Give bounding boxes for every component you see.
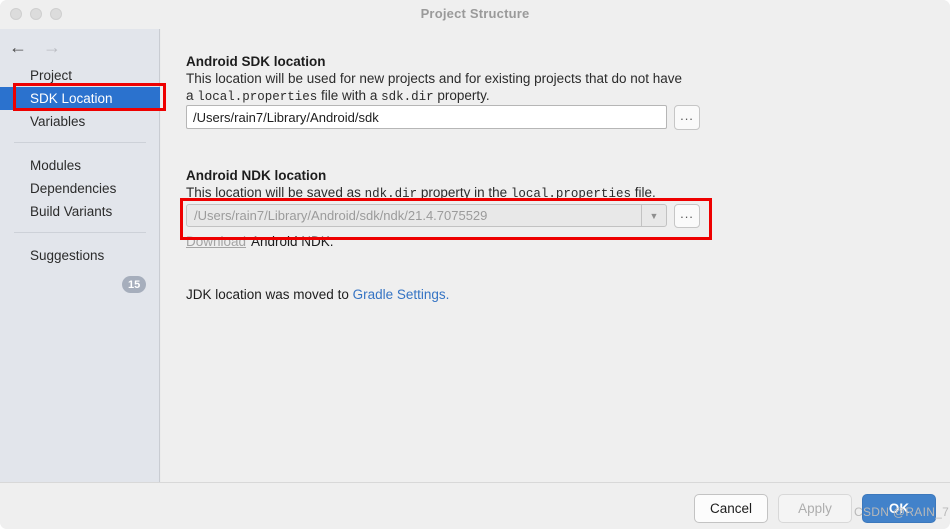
sidebar-divider-2 <box>14 232 146 233</box>
suggestions-count-badge: 15 <box>122 276 147 293</box>
window-title: Project Structure <box>420 6 530 21</box>
sidebar-item-suggestions[interactable]: Suggestions <box>0 244 160 267</box>
sidebar-item-modules[interactable]: Modules <box>0 154 160 177</box>
sidebar-item-build-variants[interactable]: Build Variants <box>0 200 160 223</box>
android-ndk-location-description: This location will be saved as ndk.dir p… <box>186 184 716 203</box>
android-ndk-location-heading: Android NDK location <box>186 168 327 183</box>
sdk-desc-line2-c: property. <box>433 88 490 103</box>
watermark-text: CSDN @RAIN_7 <box>854 505 950 519</box>
sidebar-item-sdk-location[interactable]: SDK Location <box>0 87 160 110</box>
android-sdk-location-description: This location will be used for new proje… <box>186 70 716 106</box>
ndk-location-value: /Users/rain7/Library/Android/sdk/ndk/21.… <box>194 208 488 223</box>
download-ndk-link[interactable]: Download <box>186 234 246 249</box>
ndk-desc-ndk-dir: ndk.dir <box>364 187 418 201</box>
sdk-location-panel: Android SDK location This location will … <box>161 29 950 482</box>
ndk-desc-b: property in the <box>417 185 511 200</box>
jdk-location-text: JDK location was moved to <box>186 287 349 302</box>
back-arrow-icon[interactable]: ← <box>8 37 28 57</box>
sdk-desc-local-properties: local.properties <box>197 90 318 104</box>
chevron-down-icon[interactable]: ▼ <box>641 205 666 226</box>
sidebar-item-project[interactable]: Project <box>0 64 160 87</box>
sidebar-divider-1 <box>14 142 146 143</box>
ndk-desc-a: This location will be saved as <box>186 185 365 200</box>
cancel-button[interactable]: Cancel <box>694 494 768 523</box>
title-bar: Project Structure <box>0 0 950 29</box>
project-structure-dialog: Project Structure ← → Project SDK Locati… <box>0 0 950 529</box>
dialog-footer: Cancel Apply OK <box>0 482 950 529</box>
sidebar-item-dependencies[interactable]: Dependencies <box>0 177 160 200</box>
gradle-settings-link[interactable]: Gradle Settings. <box>353 287 450 302</box>
sdk-desc-sdk-dir: sdk.dir <box>381 90 434 104</box>
download-ndk-suffix: Android NDK. <box>251 234 334 249</box>
apply-button[interactable]: Apply <box>778 494 852 523</box>
forward-arrow-icon[interactable]: → <box>42 37 62 57</box>
sidebar-item-variables[interactable]: Variables <box>0 110 160 133</box>
ndk-desc-c: file. <box>630 185 656 200</box>
ndk-location-browse-button[interactable]: ... <box>674 204 700 228</box>
ndk-desc-local-properties: local.properties <box>510 187 631 201</box>
ndk-location-combobox[interactable]: /Users/rain7/Library/Android/sdk/ndk/21.… <box>186 204 667 227</box>
sdk-desc-line2-b: file with a <box>317 88 382 103</box>
sdk-location-input[interactable]: /Users/rain7/Library/Android/sdk <box>186 105 667 129</box>
sdk-desc-line2-a: a <box>186 88 198 103</box>
sdk-desc-line1: This location will be used for new proje… <box>186 71 683 86</box>
sidebar: ← → Project SDK Location Variables Modul… <box>0 29 160 482</box>
sdk-location-browse-button[interactable]: ... <box>674 105 700 130</box>
android-sdk-location-heading: Android SDK location <box>186 54 326 69</box>
jdk-location-notice: JDK location was moved to Gradle Setting… <box>186 287 449 302</box>
navigation-buttons: ← → <box>8 37 62 57</box>
